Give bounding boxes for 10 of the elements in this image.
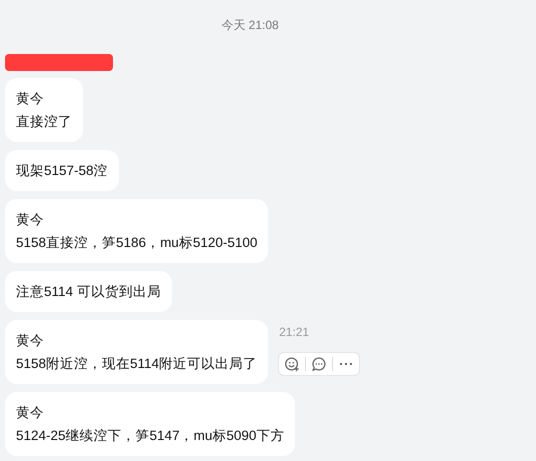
comment-icon[interactable] bbox=[310, 355, 328, 373]
emoji-add-icon[interactable] bbox=[283, 355, 302, 373]
date-divider: 今天 21:08 bbox=[220, 17, 280, 34]
message-time: 21:21 bbox=[279, 325, 310, 339]
message-bubble[interactable]: 黄今 5158直接涳，笋5186，mu标5120-5100 bbox=[5, 199, 268, 263]
message-bubble[interactable]: 黄今 5158附近涳，现在5114附近可以出局了 bbox=[5, 320, 268, 384]
message-bubble[interactable]: 现架5157-58涳 bbox=[5, 150, 119, 191]
message-bubble[interactable]: 注意5114 可以货到出局 bbox=[5, 271, 172, 312]
message-bubble[interactable]: 黄今 5124-25继续涳下，笋5147，mu标5090下方 bbox=[5, 392, 296, 456]
message-bubble[interactable]: 黄今 直接涳了 bbox=[5, 78, 83, 142]
